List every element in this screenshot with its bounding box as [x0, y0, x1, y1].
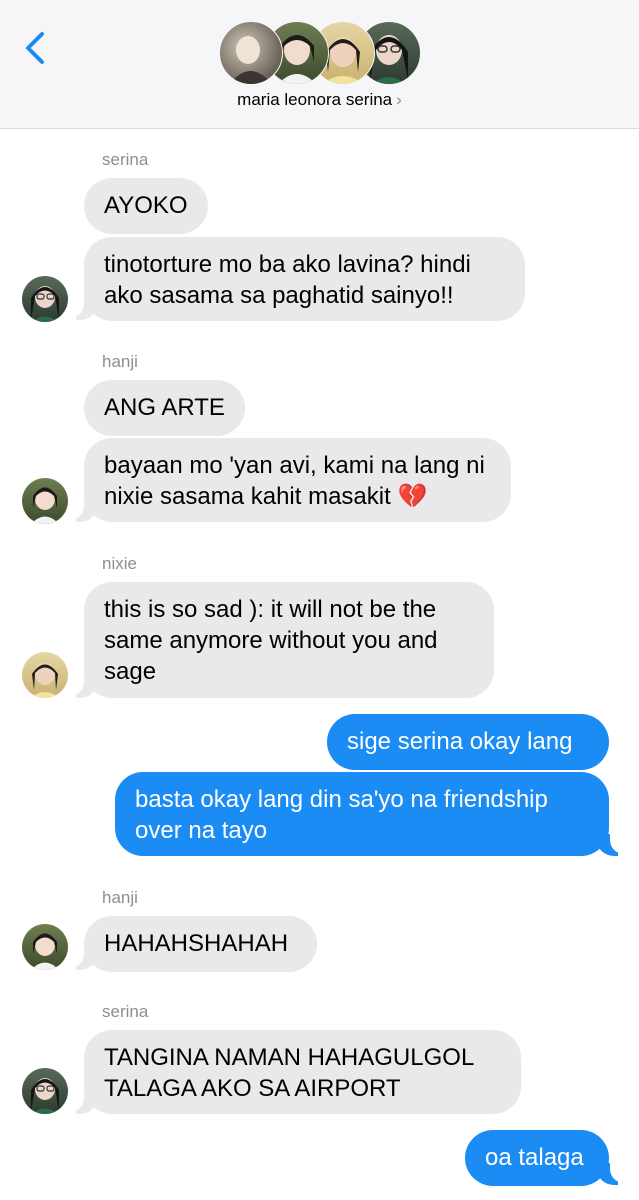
sender-label: hanji: [102, 888, 138, 907]
chevron-left-icon: [26, 32, 44, 64]
incoming-message-bubble[interactable]: ANG ARTE: [84, 380, 245, 436]
sender-avatar-hanji[interactable]: [22, 478, 68, 524]
incoming-message-bubble[interactable]: AYOKO: [84, 178, 208, 234]
outgoing-message-bubble[interactable]: sige serina okay lang: [327, 714, 609, 770]
sender-label: serina: [102, 1002, 149, 1021]
sender-label: serina: [102, 150, 149, 169]
sender-avatar-serina[interactable]: [22, 1068, 68, 1114]
conversation-header: maria leonora serina ›: [0, 0, 639, 129]
sender-label: hanji: [102, 352, 138, 371]
incoming-message-bubble[interactable]: tinotorture mo ba ako lavina? hindi ako …: [84, 237, 525, 321]
sender-label: nixie: [102, 554, 137, 573]
incoming-message-bubble[interactable]: this is so sad ): it will not be the sam…: [84, 582, 494, 698]
incoming-message-bubble[interactable]: TANGINA NAMAN HAHAGULGOL TALAGA AKO SA A…: [84, 1030, 521, 1114]
group-name-button[interactable]: maria leonora serina ›: [0, 90, 639, 110]
group-avatar-1: [219, 21, 283, 85]
group-name-label: maria leonora serina: [237, 90, 393, 109]
incoming-message-bubble[interactable]: bayaan mo 'yan avi, kami na lang ni nixi…: [84, 438, 511, 522]
back-button[interactable]: [22, 28, 52, 68]
outgoing-message-bubble[interactable]: oa talaga: [465, 1130, 609, 1186]
sender-avatar-nixie[interactable]: [22, 652, 68, 698]
chevron-right-icon: ›: [396, 90, 402, 109]
incoming-message-bubble[interactable]: HAHAHSHAHAH: [84, 916, 317, 972]
group-avatars[interactable]: [219, 21, 421, 85]
outgoing-message-bubble[interactable]: basta okay lang din sa'yo na friendship …: [115, 772, 609, 856]
sender-avatar-hanji[interactable]: [22, 924, 68, 970]
sender-avatar-serina[interactable]: [22, 276, 68, 322]
